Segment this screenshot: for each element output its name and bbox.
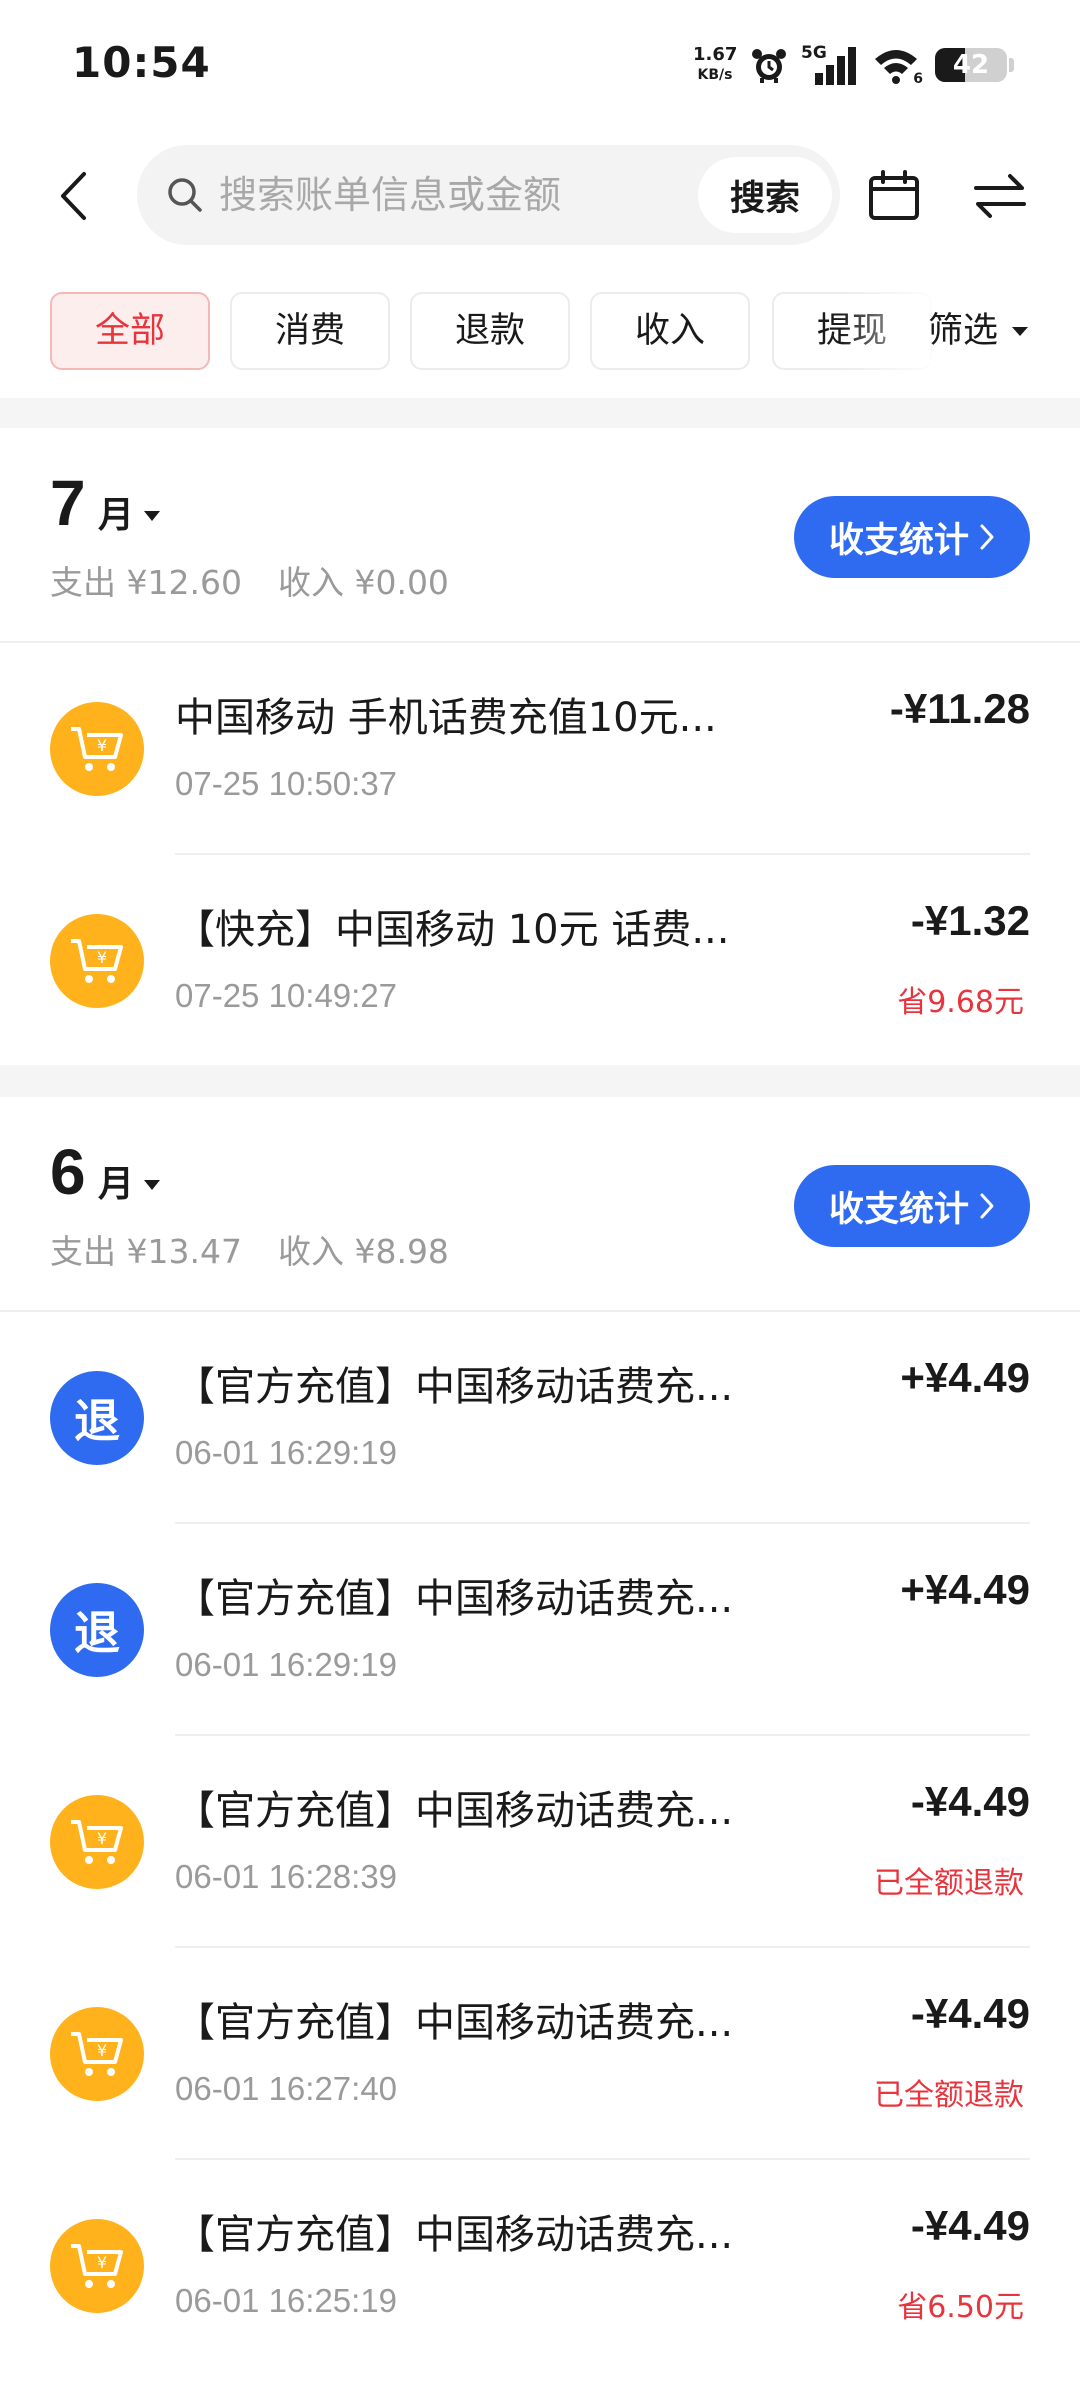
filter-tab-consumption[interactable]: 消费 <box>230 292 390 370</box>
savings-note: 省6.50元 <box>897 2290 1024 2325</box>
transaction-amount: +¥4.49 <box>900 1566 1030 1613</box>
cellular-signal: 5G <box>801 43 861 87</box>
month-header: 6 月 支出 ¥13.47 收入 ¥8.98 收支统计 <box>0 1097 1080 1312</box>
expense-total: 支出 ¥12.60 <box>50 563 242 602</box>
month-number[interactable]: 6 <box>50 1135 86 1209</box>
transaction-title: 中国移动 手机话费充值10元... <box>175 695 717 741</box>
transaction-amount: +¥4.49 <box>900 1354 1030 1401</box>
search-icon <box>168 178 202 212</box>
stats-button-label: 收支统计 <box>828 1189 969 1230</box>
status-time: 10:54 <box>72 38 211 87</box>
header: 搜索 <box>0 140 1080 250</box>
month-summary: 支出 ¥12.60 收入 ¥0.00 <box>50 556 449 604</box>
month-header: 7 月 支出 ¥12.60 收入 ¥0.00 收支统计 <box>0 428 1080 643</box>
battery-level: 42 <box>952 50 990 80</box>
transaction-title: 【官方充值】中国移动话费充... <box>175 1364 734 1410</box>
caret-down-icon[interactable] <box>144 511 160 521</box>
refund-status-note: 已全额退款 <box>874 2078 1024 2113</box>
transaction-time: 07-25 10:50:37 <box>175 765 398 802</box>
caret-down-icon[interactable] <box>144 1180 160 1190</box>
month-number[interactable]: 7 <box>50 466 86 540</box>
svg-text:¥: ¥ <box>97 736 107 755</box>
transaction-row[interactable]: ¥ 【官方充值】中国移动话费充... 06-01 16:27:40 -¥4.49… <box>0 1948 1080 2160</box>
svg-text:¥: ¥ <box>97 2041 107 2060</box>
wifi-icon <box>875 50 917 84</box>
net-speed-value: 1.67 <box>693 44 738 65</box>
svg-text:¥: ¥ <box>97 948 107 967</box>
expense-total: 支出 ¥13.47 <box>50 1232 242 1271</box>
caret-down-icon <box>1012 326 1029 336</box>
transaction-time: 06-01 16:28:39 <box>175 1858 398 1895</box>
cart-icon: ¥ <box>50 914 144 1008</box>
transaction-title: 【官方充值】中国移动话费充... <box>175 1788 734 1834</box>
filter-tab-all[interactable]: 全部 <box>50 292 210 370</box>
transaction-row[interactable]: ¥ 【官方充值】中国移动话费充... 06-01 16:28:39 -¥4.49… <box>0 1736 1080 1948</box>
transaction-amount: -¥4.49 <box>910 2202 1030 2249</box>
month-section-july: 7 月 支出 ¥12.60 收入 ¥0.00 收支统计 ¥ 中国移动 手机话费充值… <box>0 428 1080 1065</box>
transaction-title: 【官方充值】中国移动话费充... <box>175 2000 734 2046</box>
chevron-right-icon <box>980 524 994 550</box>
income-expense-stats-button[interactable]: 收支统计 <box>794 1165 1030 1247</box>
search-button[interactable]: 搜索 <box>698 157 832 233</box>
wifi-sub-label: 6 <box>913 71 923 87</box>
income-total: 收入 ¥8.98 <box>277 1232 449 1271</box>
stats-button-label: 收支统计 <box>828 520 969 561</box>
svg-text:¥: ¥ <box>97 2253 107 2272</box>
net-speed-unit: KB/s <box>697 67 733 83</box>
month-section-june: 6 月 支出 ¥13.47 收入 ¥8.98 收支统计 退 【官方充值】中国移动话… <box>0 1097 1080 2400</box>
back-icon[interactable] <box>50 168 96 224</box>
transaction-time: 06-01 16:29:19 <box>175 1434 398 1471</box>
search-input[interactable] <box>219 163 719 227</box>
filter-tabs: 全部 消费 退款 收入 提现 筛选 <box>0 292 1080 372</box>
transaction-title: 【官方充值】中国移动话费充... <box>175 2212 734 2258</box>
cart-icon: ¥ <box>50 2219 144 2313</box>
search-box[interactable]: 搜索 <box>137 145 840 245</box>
cart-icon: ¥ <box>50 2007 144 2101</box>
month-summary: 支出 ¥13.47 收入 ¥8.98 <box>50 1225 449 1273</box>
refund-icon: 退 <box>50 1371 144 1465</box>
filter-tab-refund[interactable]: 退款 <box>410 292 570 370</box>
transaction-row[interactable]: 退 【官方充值】中国移动话费充... 06-01 16:29:19 +¥4.49 <box>0 1524 1080 1736</box>
chevron-right-icon <box>980 1193 994 1219</box>
transaction-amount: -¥4.49 <box>910 1990 1030 2037</box>
battery-indicator: 42 <box>935 48 1007 82</box>
filter-select-label: 筛选 <box>928 311 999 351</box>
filter-tab-income[interactable]: 收入 <box>590 292 750 370</box>
status-bar: 10:54 1.67 KB/s 5G 6 42 <box>0 0 1080 132</box>
wifi-indicator: 6 <box>873 43 923 87</box>
svg-text:¥: ¥ <box>97 1829 107 1848</box>
transaction-time: 06-01 16:27:40 <box>175 2070 398 2107</box>
transaction-time: 07-25 10:49:27 <box>175 977 398 1014</box>
transaction-time: 06-01 16:29:19 <box>175 1646 398 1683</box>
transaction-title: 【快充】中国移动 10元 话费... <box>175 907 730 953</box>
alarm-icon <box>752 49 786 83</box>
battery-tip <box>1009 58 1014 72</box>
month-unit[interactable]: 月 <box>98 486 134 538</box>
filter-select[interactable]: 筛选 <box>928 292 1029 370</box>
transaction-amount: -¥11.28 <box>889 685 1030 732</box>
transaction-title: 【官方充值】中国移动话费充... <box>175 1576 734 1622</box>
signal-bars-icon <box>815 47 856 85</box>
savings-note: 省9.68元 <box>897 985 1024 1020</box>
transaction-amount: -¥4.49 <box>910 1778 1030 1825</box>
cart-icon: ¥ <box>50 702 144 796</box>
refund-icon: 退 <box>50 1583 144 1677</box>
refund-status-note: 已全额退款 <box>874 1866 1024 1901</box>
income-total: 收入 ¥0.00 <box>277 563 449 602</box>
transaction-row[interactable]: ¥ 【官方充值】中国移动话费充... 06-01 16:25:19 -¥4.49… <box>0 2160 1080 2372</box>
net-speed: 1.67 KB/s <box>693 45 737 85</box>
transaction-row[interactable]: ¥ 中国移动 手机话费充值10元... 07-25 10:50:37 -¥11.… <box>0 643 1080 855</box>
transaction-amount: -¥1.32 <box>910 897 1030 944</box>
month-unit[interactable]: 月 <box>98 1155 134 1207</box>
income-expense-stats-button[interactable]: 收支统计 <box>794 496 1030 578</box>
status-icons: 1.67 KB/s 5G 6 42 <box>693 40 1014 90</box>
top-area: 10:54 1.67 KB/s 5G 6 42 搜索账单信息或金额 搜索 全部 … <box>0 0 1080 398</box>
transaction-time: 06-01 16:25:19 <box>175 2282 398 2319</box>
swap-icon[interactable] <box>972 170 1028 222</box>
cart-icon: ¥ <box>50 1795 144 1889</box>
transaction-row[interactable]: ¥ 【快充】中国移动 10元 话费... 07-25 10:49:27 -¥1.… <box>0 855 1080 1067</box>
calendar-icon[interactable] <box>868 170 920 222</box>
transaction-row[interactable]: 退 【官方充值】中国移动话费充... 06-01 16:29:19 +¥4.49 <box>0 1312 1080 1524</box>
